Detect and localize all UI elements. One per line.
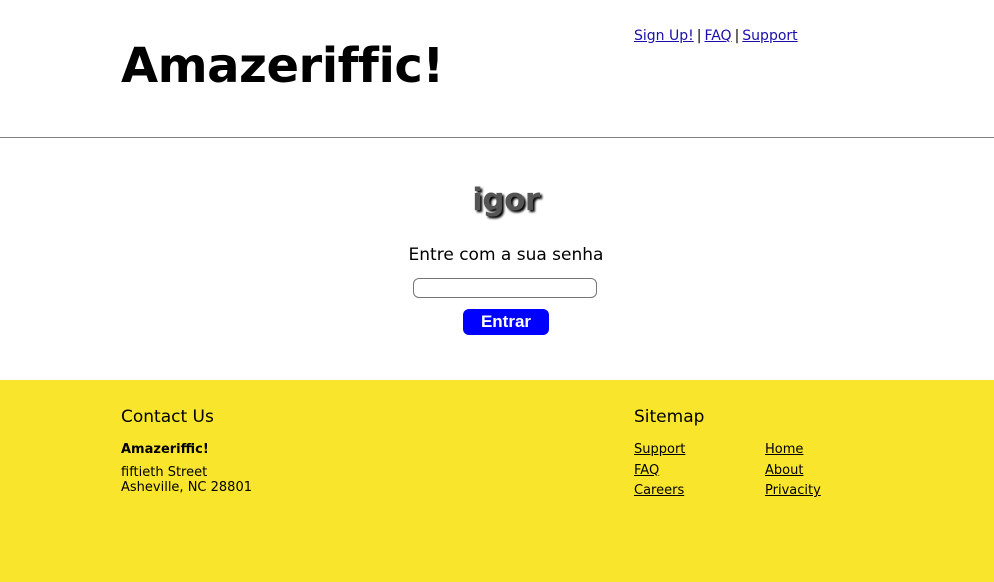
sitemap-columns: Support FAQ Careers Home About Privacity <box>634 440 896 502</box>
signup-link[interactable]: Sign Up! <box>634 28 694 44</box>
sitemap-link-home[interactable]: Home <box>765 440 896 461</box>
sitemap-link-privacity[interactable]: Privacity <box>765 481 896 502</box>
footer: Contact Us Amazeriffic! fiftieth Street … <box>0 380 994 582</box>
sitemap-link-faq[interactable]: FAQ <box>634 461 765 482</box>
sitemap-heading: Sitemap <box>634 407 705 427</box>
sitemap-link-careers[interactable]: Careers <box>634 481 765 502</box>
sitemap-column: Support FAQ Careers <box>634 440 765 502</box>
address-line: fiftieth Street <box>121 465 208 480</box>
login-section: igor Entre com a sua senha Entrar <box>0 138 994 380</box>
faq-link[interactable]: FAQ <box>704 28 731 44</box>
password-input[interactable] <box>413 278 597 298</box>
page: Amazeriffic! Sign Up! | FAQ | Support igor E… <box>0 0 994 582</box>
sitemap-column: Home About Privacity <box>765 440 896 502</box>
username-title: igor <box>472 182 540 218</box>
sitemap-link-about[interactable]: About <box>765 461 896 482</box>
contact-section: Contact Us Amazeriffic! fiftieth Street … <box>121 406 252 495</box>
header: Amazeriffic! Sign Up! | FAQ | Support <box>0 0 994 138</box>
enter-button[interactable]: Entrar <box>463 309 549 335</box>
nav-separator: | <box>696 28 702 44</box>
brand-title: Amazeriffic! <box>121 38 444 94</box>
address: fiftieth Street Asheville, NC 28801 <box>121 465 252 495</box>
top-nav: Sign Up! | FAQ | Support <box>634 27 798 45</box>
contact-heading: Contact Us <box>121 407 214 427</box>
support-link[interactable]: Support <box>742 28 797 44</box>
sitemap-section: Sitemap Support FAQ Careers Home About P… <box>634 406 896 502</box>
password-prompt: Entre com a sua senha <box>408 245 604 265</box>
nav-separator: | <box>734 28 740 44</box>
sitemap-link-support[interactable]: Support <box>634 440 765 461</box>
company-name: Amazeriffic! <box>121 442 209 457</box>
address-line: Asheville, NC 28801 <box>121 480 252 495</box>
